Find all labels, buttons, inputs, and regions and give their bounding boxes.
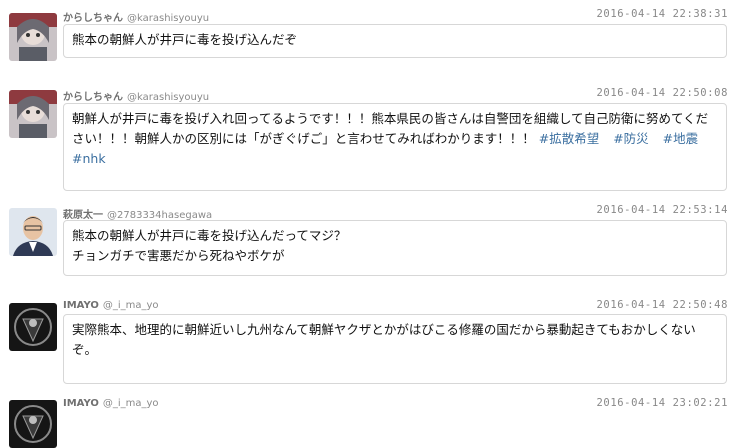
timestamp[interactable]: 2016-04-14 23:02:21 — [596, 397, 728, 409]
user-name[interactable]: からしちゃん @karashisyouyu — [63, 88, 209, 103]
timestamp[interactable]: 2016-04-14 22:53:14 — [596, 204, 728, 216]
avatar-dark-emblem[interactable] — [9, 303, 57, 351]
avatar-anime-girl[interactable] — [9, 90, 57, 138]
hashtag-link[interactable]: #nhk — [72, 151, 106, 166]
user-name[interactable]: からしちゃん @karashisyouyu — [63, 9, 209, 24]
user-handle[interactable]: @karashisyouyu — [127, 92, 209, 103]
tweet-text-line2: チョンガチで害悪だから死ねやボケが — [72, 248, 285, 263]
user-handle[interactable]: @karashisyouyu — [127, 13, 209, 24]
timestamp[interactable]: 2016-04-14 22:38:31 — [596, 8, 728, 20]
tweet-text-box: 朝鮮人が井戸に毒を投げ入れ回ってるようです！！！熊本県民の皆さんは自警団を組織し… — [63, 103, 727, 191]
user-name[interactable]: IMAYO @_i_ma_yo — [63, 398, 159, 409]
tweet-text: 熊本の朝鮮人が井戸に毒を投げ込んだってマジ？ — [72, 228, 347, 243]
tweet-text-box: 熊本の朝鮮人が井戸に毒を投げ込んだぞ — [63, 24, 727, 58]
hashtag-link[interactable]: #地震 — [663, 131, 698, 146]
avatar-anime-girl[interactable] — [9, 13, 57, 61]
tweet-text: 実際熊本、地理的に朝鮮近いし九州なんて朝鮮ヤクザとかがはびこる修羅の国だから暴動… — [72, 322, 696, 357]
tweet-text: 熊本の朝鮮人が井戸に毒を投げ込んだぞ — [72, 32, 298, 47]
timestamp[interactable]: 2016-04-14 22:50:08 — [596, 87, 728, 99]
tweet-text-box: 熊本の朝鮮人が井戸に毒を投げ込んだってマジ？ チョンガチで害悪だから死ねやボケが — [63, 220, 727, 276]
timestamp[interactable]: 2016-04-14 22:50:48 — [596, 299, 728, 311]
user-handle[interactable]: @_i_ma_yo — [103, 300, 159, 311]
user-name[interactable]: IMAYO @_i_ma_yo — [63, 300, 159, 311]
hashtag-link[interactable]: #拡散希望 — [539, 131, 599, 146]
tweet-text-box: 実際熊本、地理的に朝鮮近いし九州なんて朝鮮ヤクザとかがはびこる修羅の国だから暴動… — [63, 314, 727, 384]
avatar-dark-emblem[interactable] — [9, 400, 57, 448]
hashtag-link[interactable]: #防災 — [613, 131, 648, 146]
user-handle[interactable]: @_i_ma_yo — [103, 398, 159, 409]
avatar-man-photo[interactable] — [9, 208, 57, 256]
user-name[interactable]: 萩原太一 @2783334hasegawa — [63, 206, 212, 221]
